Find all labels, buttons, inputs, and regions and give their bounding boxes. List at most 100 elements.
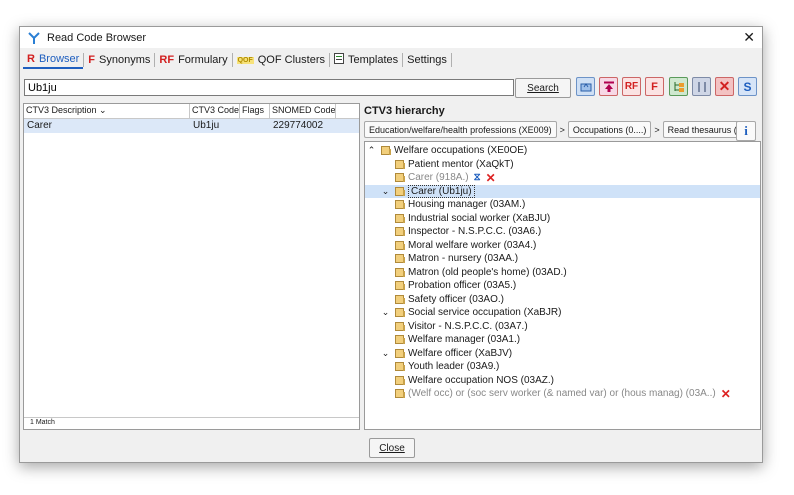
close-icon[interactable]: ✕ xyxy=(743,30,755,44)
formulary-flag-icon[interactable]: F xyxy=(645,77,664,96)
tree-node[interactable]: ⌄ Social service occupation (XaBJR) xyxy=(365,306,760,319)
tree-node-label: Safety officer (03AO.) xyxy=(408,293,504,305)
qof-icon: QOF xyxy=(236,56,254,64)
tree-node-label: Visitor - N.S.P.C.C. (03A7.) xyxy=(408,320,528,332)
tree-node-content: Visitor - N.S.P.C.C. (03A7.) xyxy=(395,321,528,332)
tab-bar: R Browser F Synonyms RF Formulary QOF QO… xyxy=(20,50,762,70)
folder-icon xyxy=(395,294,405,304)
tree-node[interactable]: Industrial social worker (XaBJU) xyxy=(365,212,760,225)
read-formulary-icon[interactable]: RF xyxy=(622,77,641,96)
tree-node-label: Patient mentor (XaQkT) xyxy=(408,158,514,170)
folder-icon xyxy=(395,173,405,182)
results-header: CTV3 Description ⌄ CTV3 Code Flags SNOME… xyxy=(24,104,359,119)
tab-separator xyxy=(450,53,452,67)
close-button-label: Close xyxy=(379,442,405,454)
snomed-icon[interactable]: S xyxy=(738,77,757,96)
tree-node-content: Welfare occupation NOS (03AZ.) xyxy=(395,375,554,386)
go-to-top-icon[interactable] xyxy=(599,77,618,96)
tab-formulary[interactable]: RF Formulary xyxy=(155,51,231,69)
breadcrumb-item[interactable]: Education/welfare/health professions (XE… xyxy=(364,121,557,138)
breadcrumb-item[interactable]: Occupations (0....) xyxy=(567,121,652,138)
tree-node[interactable]: Visitor - N.S.P.C.C. (03A7.) xyxy=(365,320,760,333)
info-icon[interactable]: i xyxy=(736,121,756,141)
templates-icon xyxy=(333,53,344,67)
folder-icon xyxy=(395,335,405,344)
tree-node[interactable]: Probation officer (03A5.) xyxy=(365,279,760,292)
breadcrumb-chevron-icon: > xyxy=(654,124,660,135)
folder-icon xyxy=(395,240,405,250)
snomed-map-icon: ⧖ xyxy=(473,172,481,183)
breadcrumb: Education/welfare/health professions (XE… xyxy=(364,121,747,138)
search-button-label: Search xyxy=(527,82,559,94)
tree-node-content: Housing manager (03AM.) xyxy=(395,199,525,210)
tab-label: Browser xyxy=(38,53,80,65)
tree-node-label: Welfare occupations (XE0OE) xyxy=(394,145,528,156)
tree-node-content: Youth leader (03A9.) xyxy=(395,361,499,372)
tree-node[interactable]: Matron - nursery (03AA.) xyxy=(365,252,760,265)
cell-flags xyxy=(240,119,270,133)
column-header-snomed[interactable]: SNOMED Code xyxy=(270,104,336,118)
window-title: Read Code Browser xyxy=(47,31,147,44)
hierarchy-title: CTV3 hierarchy xyxy=(364,105,445,117)
folder-icon xyxy=(395,213,405,223)
tree-node[interactable]: Youth leader (03A9.) xyxy=(365,360,760,373)
folder-icon xyxy=(381,146,391,155)
search-input[interactable] xyxy=(24,79,514,96)
tree-node-content: Social service occupation (XaBJR) xyxy=(395,307,561,318)
tab-qof-clusters[interactable]: QOF QOF Clusters xyxy=(233,51,329,69)
close-button[interactable]: Close xyxy=(369,438,415,458)
cell-code: Ub1ju xyxy=(193,120,220,131)
tree-node-label: Housing manager (03AM.) xyxy=(408,199,526,210)
tree-node[interactable]: Carer (918A.) ⧖ ✕ xyxy=(365,171,760,185)
folder-up-icon[interactable] xyxy=(576,77,595,96)
tree-node-content: Welfare occupations (XE0OE) xyxy=(381,145,527,156)
tab-browser[interactable]: R Browser xyxy=(23,51,84,69)
tree-node[interactable]: Patient mentor (XaQkT) xyxy=(365,158,760,171)
tree-node-content: (Welf occ) or (soc serv worker (& named … xyxy=(395,387,731,401)
folder-icon xyxy=(395,267,405,277)
cell-snomed: 229774002 xyxy=(273,120,324,131)
tab-label: Settings xyxy=(407,54,447,66)
tree-node[interactable]: Safety officer (03AO.) xyxy=(365,293,760,306)
tab-settings[interactable]: Settings xyxy=(403,51,451,69)
expand-chevron-icon[interactable]: ⌄ xyxy=(381,348,390,359)
search-button[interactable]: Search xyxy=(515,78,571,98)
tree-view-icon[interactable] xyxy=(669,77,688,96)
tab-templates[interactable]: Templates xyxy=(330,51,402,69)
tree-node-content: Patient mentor (XaQkT) xyxy=(395,159,514,170)
column-header-flags[interactable]: Flags xyxy=(240,104,270,118)
tab-label: Synonyms xyxy=(99,54,151,66)
expand-chevron-icon[interactable]: ⌄ xyxy=(381,307,390,318)
column-header-description[interactable]: CTV3 Description ⌄ xyxy=(24,104,190,118)
tree-node-label: Carer (Ub1ju) xyxy=(408,184,475,198)
table-row[interactable]: Carer Ub1ju 229774002 xyxy=(24,119,359,133)
tree-node[interactable]: Welfare occupation NOS (03AZ.) xyxy=(365,374,760,387)
tree-node[interactable]: Inspector - N.S.P.C.C. (03A6.) xyxy=(365,225,760,238)
tree-node[interactable]: ⌃ Welfare occupations (XE0OE) xyxy=(365,144,760,157)
browser-icon: R xyxy=(27,53,35,65)
tree-node-content: Welfare manager (03A1.) xyxy=(395,334,520,345)
tree-node[interactable]: Matron (old people's home) (03AD.) xyxy=(365,266,760,279)
collapse-chevron-icon[interactable]: ⌃ xyxy=(367,145,376,156)
results-panel: CTV3 Description ⌄ CTV3 Code Flags SNOME… xyxy=(23,103,360,430)
tree-node[interactable]: Moral welfare worker (03A4.) xyxy=(365,239,760,252)
tree-node[interactable]: (Welf occ) or (soc serv worker (& named … xyxy=(365,387,760,401)
tree-node[interactable]: ⌄ Welfare officer (XaBJV) xyxy=(365,347,760,360)
split-view-icon[interactable] xyxy=(692,77,711,96)
tab-label: Templates xyxy=(347,54,399,66)
breadcrumb-item[interactable]: Read thesaurus (.. xyxy=(662,121,747,138)
synonyms-icon: F xyxy=(88,54,96,66)
tab-synonyms[interactable]: F Synonyms xyxy=(84,51,154,69)
expand-chevron-icon[interactable]: ⌄ xyxy=(381,186,390,197)
tree-node[interactable]: Welfare manager (03A1.) xyxy=(365,333,760,346)
tree-node-content: Matron (old people's home) (03AD.) xyxy=(395,267,567,278)
search-row: Search RF F ✕ S xyxy=(24,77,758,99)
tree-node-content: Industrial social worker (XaBJU) xyxy=(395,213,550,224)
delete-icon[interactable]: ✕ xyxy=(715,77,734,96)
tree-node[interactable]: Housing manager (03AM.) xyxy=(365,198,760,211)
tree-node[interactable]: ⌄ Carer (Ub1ju) xyxy=(365,184,760,198)
tree-node-content: Moral welfare worker (03A4.) xyxy=(395,240,536,251)
column-header-code[interactable]: CTV3 Code xyxy=(190,104,240,118)
folder-icon xyxy=(395,348,405,358)
tree-node-label: Welfare occupation NOS (03AZ.) xyxy=(408,374,554,386)
